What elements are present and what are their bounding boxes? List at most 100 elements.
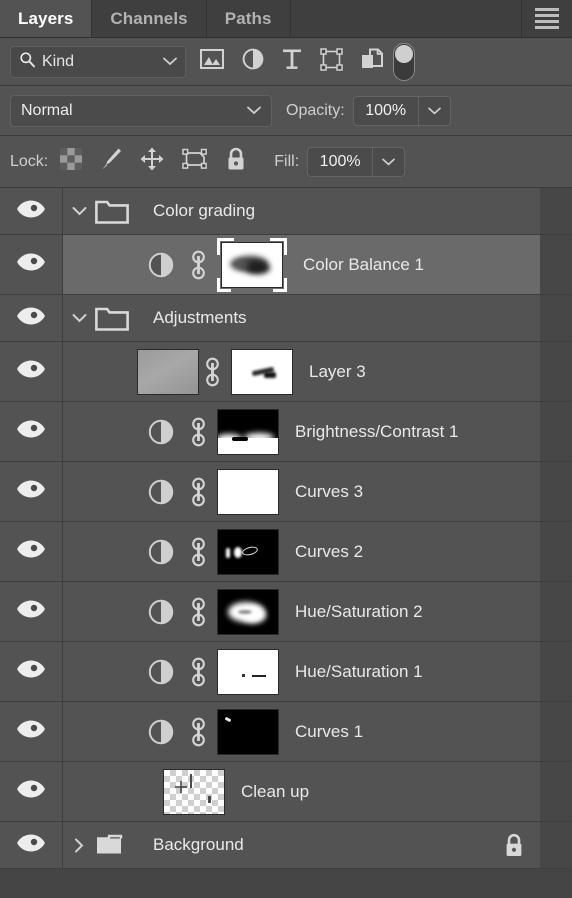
layer-visibility-toggle[interactable] [0,522,63,581]
layer-row-content[interactable]: Brightness/Contrast 1 [63,402,540,461]
layer-pixel-thumbnail[interactable] [137,348,199,395]
layer-row-content[interactable]: Color grading [63,188,540,234]
layer-visibility-toggle[interactable] [0,642,63,701]
layer-row-content[interactable]: Layer 3 [63,342,540,401]
eye-icon[interactable] [16,779,46,804]
adjustment-layer-icon[interactable] [137,479,185,505]
opacity-value[interactable]: 100% [354,97,418,125]
layer-row-content[interactable]: Curves 1 [63,702,540,761]
layer-pixel-thumbnail[interactable] [163,768,225,815]
tab-layers[interactable]: Layers [0,0,93,37]
lock-artboard-nesting-icon[interactable] [182,148,208,175]
filter-enable-toggle[interactable] [393,42,415,81]
layer-visibility-toggle[interactable] [0,342,63,401]
layer-thumbnail[interactable] [137,348,199,395]
layer-row[interactable]: Clean up [0,762,572,822]
layer-mask[interactable] [231,348,293,395]
layer-mask[interactable] [217,408,279,455]
layer-visibility-toggle[interactable] [0,235,63,294]
layer-row[interactable]: Color grading [0,188,572,235]
layer-mask-thumbnail[interactable] [217,408,279,455]
lock-all-icon[interactable] [226,147,246,176]
tab-channels[interactable]: Channels [92,0,207,37]
layer-row[interactable]: Color Balance 1 [0,235,572,295]
layer-name[interactable]: Curves 2 [295,542,363,562]
eye-icon[interactable] [16,659,46,684]
layer-visibility-toggle[interactable] [0,188,63,234]
layer-thumbnail[interactable] [163,768,225,815]
layer-mask[interactable] [217,468,279,515]
layer-mask-thumbnail[interactable] [217,528,279,575]
eye-icon[interactable] [16,359,46,384]
layer-row-content[interactable]: Background [63,822,540,868]
opacity-stepper-icon[interactable] [417,96,450,125]
mask-link-icon[interactable] [185,537,211,567]
adjustment-layer-icon[interactable] [137,252,185,278]
eye-icon[interactable] [16,419,46,444]
chevron-down-icon[interactable] [63,313,95,323]
filter-kind-dropdown[interactable]: Kind [10,45,186,78]
lock-transparent-pixels-icon[interactable] [60,148,83,175]
layer-row[interactable]: Hue/Saturation 2 [0,582,572,642]
mask-link-icon[interactable] [185,250,211,280]
layer-row[interactable]: Brightness/Contrast 1 [0,402,572,462]
layer-row[interactable]: Curves 3 [0,462,572,522]
layer-mask[interactable] [217,708,279,755]
layer-visibility-toggle[interactable] [0,402,63,461]
layer-mask-thumbnail[interactable] [217,588,279,635]
layer-name[interactable]: Adjustments [153,308,247,328]
layer-row[interactable]: Background [0,822,572,869]
layer-name[interactable]: Curves 3 [295,482,363,502]
layer-mask-thumbnail-selected[interactable] [217,237,287,292]
adjustment-layer-icon[interactable] [137,659,185,685]
eye-icon[interactable] [16,252,46,277]
lock-image-pixels-icon[interactable] [100,147,122,176]
layer-list[interactable]: Color grading Color Balance 1 Adjustments L… [0,188,572,898]
filter-type-layers-icon[interactable] [282,48,302,75]
mask-link-icon[interactable] [199,357,225,387]
blend-mode-dropdown[interactable]: Normal [10,94,272,127]
eye-icon[interactable] [16,306,46,331]
layer-row[interactable]: Adjustments [0,295,572,342]
layer-row-content[interactable]: Curves 3 [63,462,540,521]
layer-row[interactable]: Hue/Saturation 1 [0,642,572,702]
layer-name[interactable]: Color Balance 1 [303,255,424,275]
layer-name[interactable]: Clean up [241,782,309,802]
layer-row[interactable]: Curves 1 [0,702,572,762]
layer-visibility-toggle[interactable] [0,702,63,761]
adjustment-layer-icon[interactable] [137,599,185,625]
adjustment-layer-icon[interactable] [137,719,185,745]
eye-icon[interactable] [16,539,46,564]
mask-link-icon[interactable] [185,597,211,627]
layer-row-content[interactable]: Adjustments [63,295,540,341]
layer-visibility-toggle[interactable] [0,295,63,341]
tab-paths[interactable]: Paths [206,0,291,37]
filter-shape-layers-icon[interactable] [320,47,343,76]
layer-visibility-toggle[interactable] [0,462,63,521]
layer-name[interactable]: Layer 3 [309,362,366,382]
fill-value[interactable]: 100% [308,148,372,176]
layer-mask[interactable] [217,588,279,635]
adjustment-layer-icon[interactable] [137,419,185,445]
filter-adjustment-layers-icon[interactable] [242,48,264,75]
layer-row-content[interactable]: Clean up [63,762,540,821]
layer-row-content[interactable]: Curves 2 [63,522,540,581]
chevron-down-icon[interactable] [63,206,95,216]
eye-icon[interactable] [16,479,46,504]
layer-name[interactable]: Curves 1 [295,722,363,742]
eye-icon[interactable] [16,833,46,858]
layer-name[interactable]: Hue/Saturation 2 [295,602,423,622]
layer-row[interactable]: Layer 3 [0,342,572,402]
layer-mask[interactable] [217,648,279,695]
layer-visibility-toggle[interactable] [0,762,63,821]
eye-icon[interactable] [16,719,46,744]
layer-row-content[interactable]: Color Balance 1 [63,235,540,294]
eye-icon[interactable] [16,599,46,624]
adjustment-layer-icon[interactable] [137,539,185,565]
layer-name[interactable]: Background [153,835,244,855]
layer-mask[interactable] [217,528,279,575]
eye-icon[interactable] [16,199,46,224]
layer-name[interactable]: Brightness/Contrast 1 [295,422,458,442]
layer-mask-thumbnail[interactable] [217,468,279,515]
fill-field[interactable]: 100% [307,146,406,177]
